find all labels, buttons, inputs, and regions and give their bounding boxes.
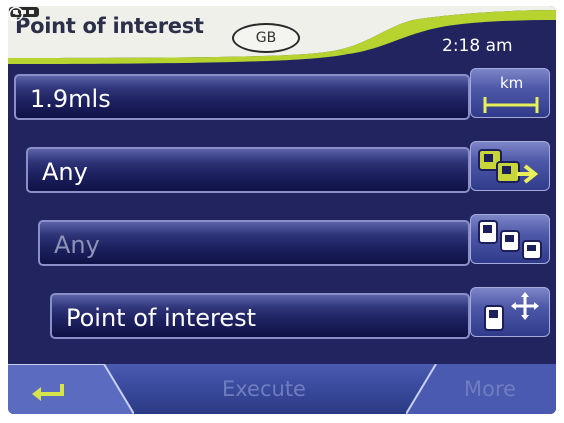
city-field[interactable]: Any <box>26 147 470 193</box>
page-title: Point of interest <box>15 14 204 38</box>
street-field[interactable]: Any <box>38 220 470 266</box>
more-button[interactable]: More <box>464 377 516 401</box>
footer-bar: Execute More <box>8 364 556 414</box>
category-select-button[interactable] <box>470 287 550 337</box>
back-button[interactable] <box>8 364 134 414</box>
units-button[interactable]: km <box>470 68 550 118</box>
screen: Point of interest GB 2:18 am 1.9mls km A… <box>8 6 556 414</box>
street-value: Any <box>54 231 100 259</box>
distance-value: 1.9mls <box>30 85 111 113</box>
clock-icon <box>8 6 24 22</box>
poi-category-icon <box>484 292 539 331</box>
execute-button[interactable]: Execute <box>222 377 306 401</box>
street-select-button[interactable] <box>470 214 550 264</box>
ruler-icon <box>483 97 539 113</box>
category-value: Point of interest <box>66 304 257 332</box>
country-badge: GB <box>232 23 300 53</box>
city-select-button[interactable] <box>470 141 550 191</box>
city-value: Any <box>42 158 88 186</box>
city-select-icon <box>478 149 539 184</box>
street-select-icon <box>478 220 542 260</box>
clock-time: 2:18 am <box>442 36 513 56</box>
distance-field[interactable]: 1.9mls <box>14 74 470 120</box>
category-field[interactable]: Point of interest <box>50 293 470 339</box>
header-bar: Point of interest GB 2:18 am <box>8 6 556 66</box>
